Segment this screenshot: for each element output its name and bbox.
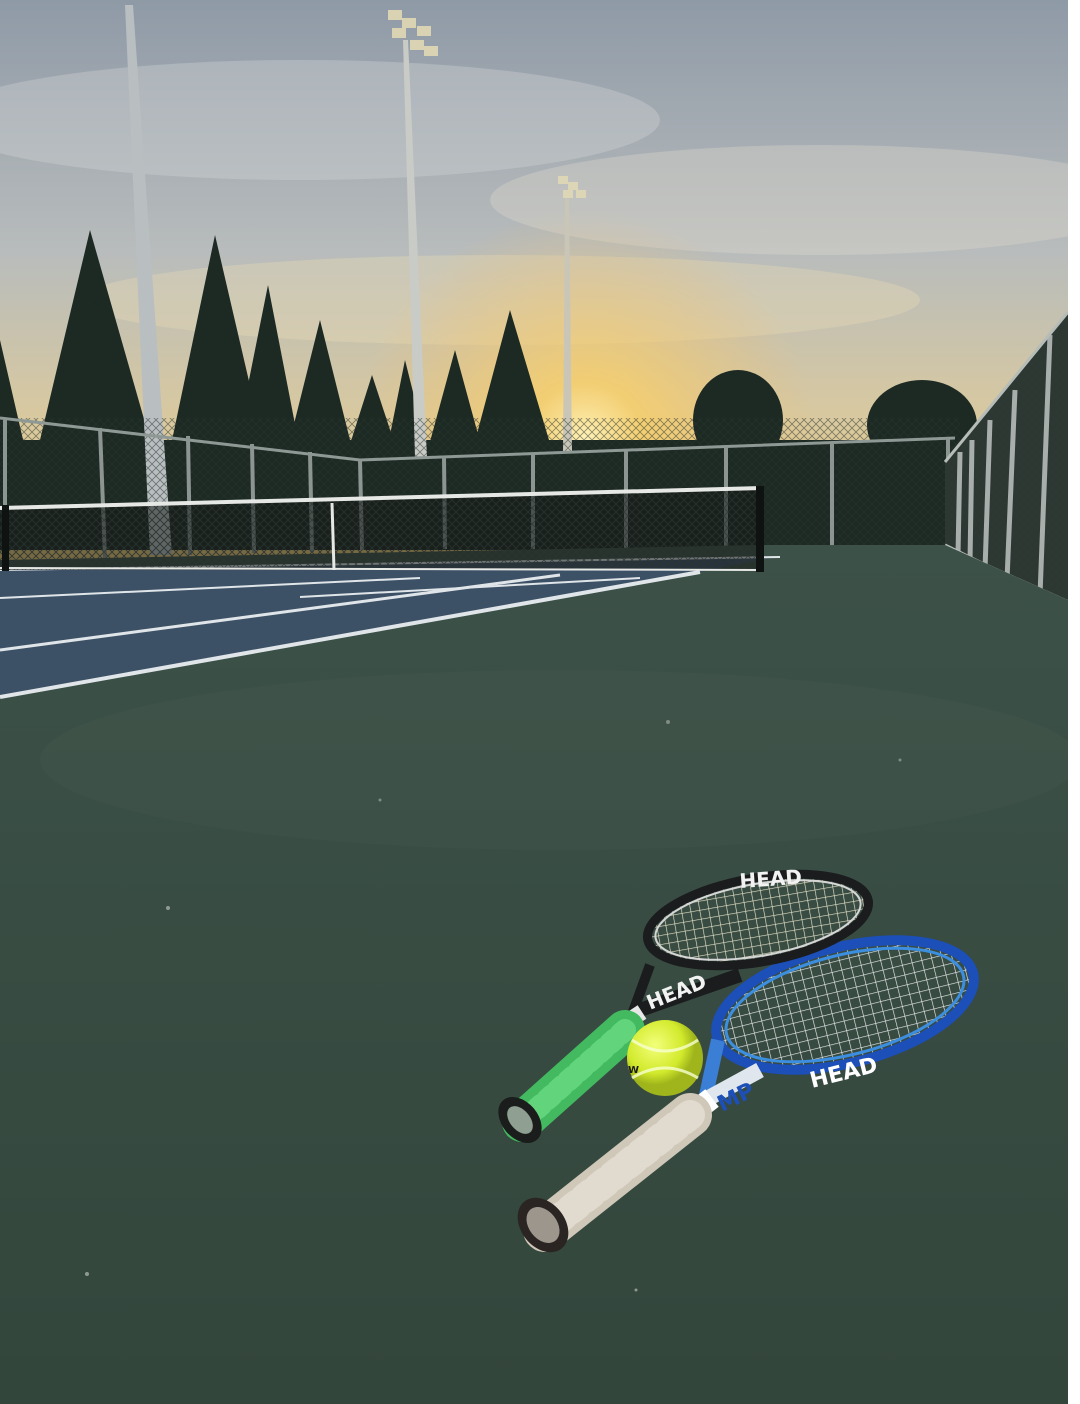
racket-1-brand-mark: HEAD	[739, 865, 803, 893]
court-wear	[40, 670, 1080, 850]
tennis-ball: W	[627, 1020, 703, 1096]
image-edge	[1068, 0, 1080, 1404]
ball-brand-mark: W	[628, 1065, 639, 1076]
scene-svg: MP HEAD HEAD HEAD W	[0, 0, 1080, 1404]
tennis-court-photo: MP HEAD HEAD HEAD W	[0, 0, 1080, 1404]
